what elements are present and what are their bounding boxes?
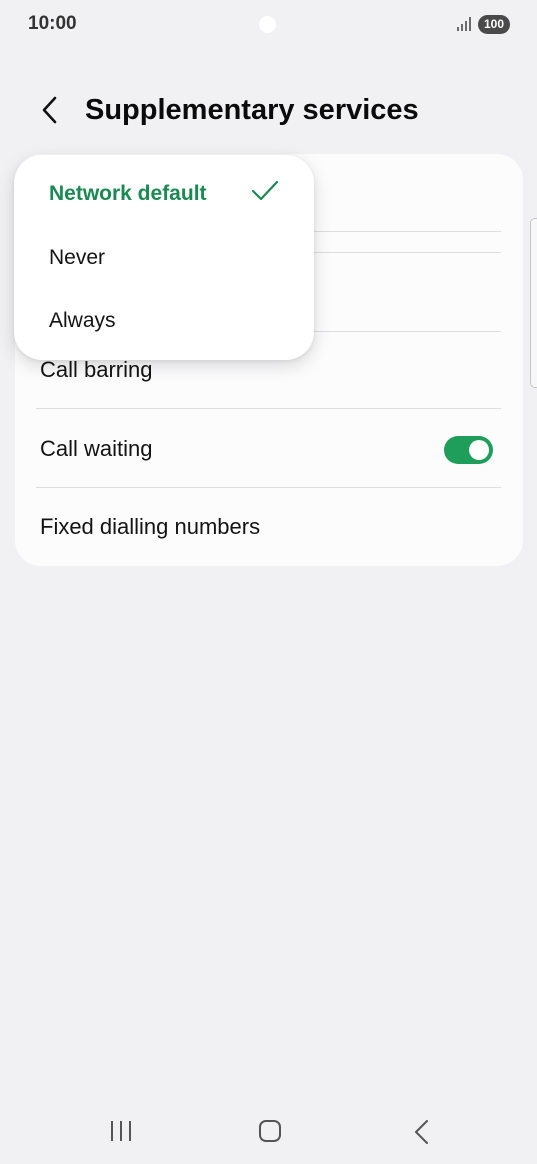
option-always[interactable]: Always bbox=[14, 290, 314, 352]
screen: 10:00 100 Supplementary services Call ba… bbox=[0, 0, 537, 1164]
app-header: Supplementary services bbox=[0, 84, 537, 140]
checkmark-icon bbox=[251, 180, 279, 201]
home-icon[interactable] bbox=[259, 1120, 281, 1142]
row-label: Fixed dialling numbers bbox=[40, 514, 261, 539]
page-title: Supplementary services bbox=[85, 94, 419, 126]
settings-row-fixed-dialling[interactable]: Fixed dialling numbers bbox=[15, 488, 523, 566]
call-waiting-toggle[interactable] bbox=[444, 436, 493, 464]
row-label: Call waiting bbox=[40, 436, 153, 461]
status-bar: 10:00 100 bbox=[0, 0, 537, 48]
signal-bars-icon bbox=[457, 17, 471, 31]
option-label: Never bbox=[49, 246, 106, 269]
row-divider bbox=[36, 408, 501, 409]
recent-apps-icon[interactable] bbox=[109, 1120, 133, 1142]
battery-badge: 100 bbox=[478, 15, 510, 34]
option-network-default[interactable]: Network default bbox=[14, 163, 314, 225]
option-label: Network default bbox=[49, 182, 207, 205]
row-label: Call barring bbox=[40, 357, 153, 382]
option-never[interactable]: Never bbox=[14, 227, 314, 289]
back-button[interactable] bbox=[30, 90, 70, 130]
navigation-bar bbox=[0, 1100, 537, 1164]
scrollbar[interactable] bbox=[530, 218, 537, 388]
toggle-knob bbox=[469, 440, 489, 460]
chevron-left-icon bbox=[42, 96, 57, 124]
front-camera bbox=[259, 16, 276, 33]
status-time: 10:00 bbox=[28, 13, 77, 34]
back-icon[interactable] bbox=[410, 1119, 434, 1145]
settings-row-call-waiting[interactable]: Call waiting bbox=[15, 410, 523, 488]
option-label: Always bbox=[49, 309, 116, 332]
dropdown-menu: Network default Never Always bbox=[14, 155, 314, 360]
